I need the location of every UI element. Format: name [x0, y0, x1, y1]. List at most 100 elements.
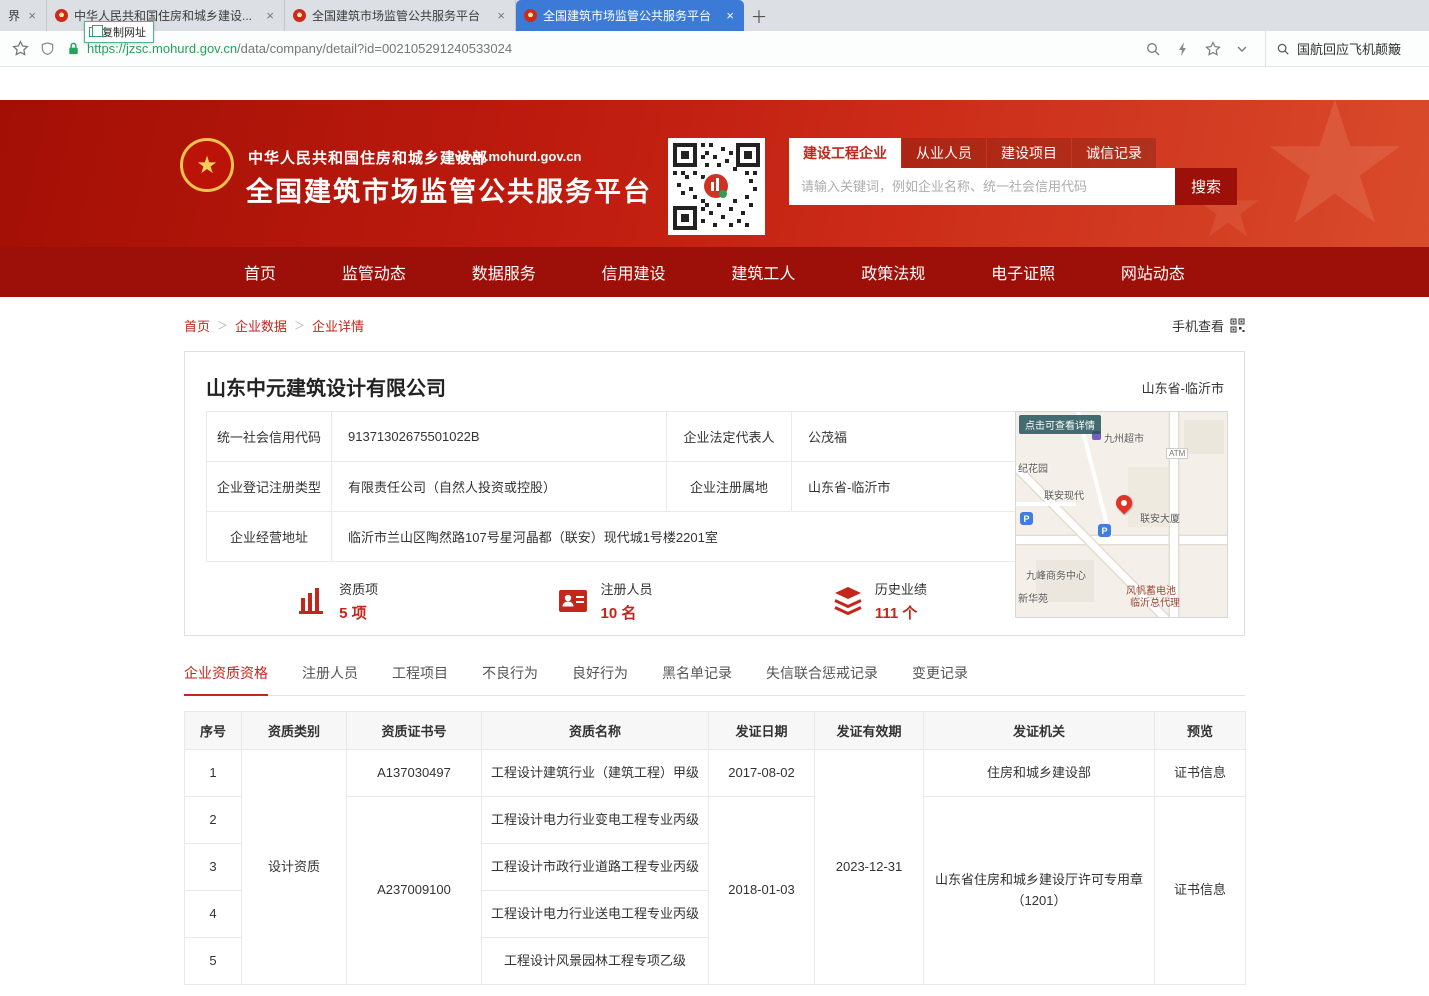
tab-qualifications[interactable]: 企业资质资格: [184, 663, 268, 696]
info-label: 企业登记注册类型: [207, 462, 332, 512]
keyword-search-input[interactable]: [789, 168, 1175, 205]
cell-issue-date: 2018-01-03: [709, 797, 815, 985]
nav-item-policy[interactable]: 政策法规: [861, 260, 925, 284]
map-label: 新华苑: [1018, 590, 1048, 605]
tab-change-records[interactable]: 变更记录: [912, 663, 968, 695]
certificate-info-link[interactable]: 证书信息: [1155, 797, 1246, 985]
ministry-name: 中华人民共和国住房和城乡建设部: [248, 147, 488, 168]
favorite-star-icon[interactable]: [1205, 41, 1221, 57]
tab-blacklist[interactable]: 黑名单记录: [662, 663, 732, 695]
copy-url-tooltip: 复制网址: [84, 21, 154, 43]
hot-search-text: 国航回应飞机颠簸: [1297, 39, 1401, 58]
tab-good-behavior[interactable]: 良好行为: [572, 663, 628, 695]
nav-item-supervision[interactable]: 监管动态: [342, 260, 406, 284]
chevron-down-icon[interactable]: [1236, 43, 1248, 55]
header-qr-code: [668, 138, 765, 235]
tab-bad-behavior[interactable]: 不良行为: [482, 663, 538, 695]
info-label: 企业法定代表人: [667, 412, 792, 462]
tab-strip: 界 × 中华人民共和国住房和城乡建设... × 全国建筑市场监管公共服务平台 ×…: [0, 0, 1429, 31]
mobile-view-button[interactable]: 手机查看: [1172, 316, 1245, 335]
nav-item-workers[interactable]: 建筑工人: [731, 260, 795, 284]
search-tab-credit[interactable]: 诚信记录: [1072, 138, 1156, 168]
qualification-icon: [295, 584, 329, 618]
close-icon[interactable]: ×: [26, 9, 38, 22]
column-header: 预览: [1155, 712, 1246, 750]
info-label: 企业经营地址: [207, 512, 332, 562]
map-label: 纪花园: [1018, 460, 1048, 475]
search-tab-personnel[interactable]: 从业人员: [902, 138, 986, 168]
qr-mini-icon: [1230, 318, 1245, 333]
stat-label: 历史业绩: [875, 579, 927, 598]
lock-icon: [66, 41, 81, 56]
url-box[interactable]: https://jzsc.mohurd.gov.cn/data/company/…: [66, 41, 1134, 56]
browser-tab-2[interactable]: 中华人民共和国住房和城乡建设... ×: [47, 0, 285, 31]
stat-historical-performance: 历史业绩 111 个: [831, 579, 927, 623]
map-thumbnail[interactable]: 点击可查看详情 九州超市 ATM 纪花园 联安现代 联安大厦 九峰商务中心 新华…: [1015, 411, 1228, 618]
certificate-info-link[interactable]: 证书信息: [1155, 750, 1246, 797]
copy-icon: [89, 27, 98, 37]
personnel-card-icon: [556, 584, 590, 618]
close-icon[interactable]: ×: [264, 9, 276, 22]
map-label: 九峰商务中心: [1026, 567, 1086, 582]
close-icon[interactable]: ×: [724, 9, 736, 22]
tab-title: 全国建筑市场监管公共服务平台: [312, 7, 489, 24]
column-header: 发证日期: [709, 712, 815, 750]
column-header: 资质名称: [482, 712, 709, 750]
zoom-icon[interactable]: [1145, 41, 1161, 57]
info-value: 山东省-临沂市: [792, 462, 1017, 512]
map-label: 联安大厦: [1140, 510, 1180, 525]
column-header: 资质类别: [242, 712, 347, 750]
new-tab-button[interactable]: ＋: [744, 0, 774, 31]
cell-qual-name: 工程设计电力行业变电工程专业丙级: [482, 797, 709, 844]
url-path: /data/company/detail?id=0021052912405330…: [237, 41, 512, 56]
tab-dishonesty-records[interactable]: 失信联合惩戒记录: [766, 663, 878, 695]
info-value: 公茂福: [792, 412, 1017, 462]
browser-tab-3[interactable]: 全国建筑市场监管公共服务平台 ×: [285, 0, 516, 31]
cell-cert-no: A137030497: [347, 750, 482, 797]
breadcrumb-home[interactable]: 首页: [184, 316, 210, 335]
search-tab-project[interactable]: 建设项目: [987, 138, 1071, 168]
parking-icon: P: [1098, 524, 1111, 537]
url-host: https://jzsc.mohurd.gov.cn: [87, 41, 237, 56]
column-header: 发证机关: [924, 712, 1155, 750]
address-bar-actions: [1145, 41, 1254, 57]
cell-qual-name: 工程设计电力行业送电工程专业丙级: [482, 891, 709, 938]
nav-item-site-news[interactable]: 网站动态: [1121, 260, 1185, 284]
nav-item-home[interactable]: 首页: [244, 260, 276, 284]
breadcrumb-enterprise-data[interactable]: 企业数据: [235, 316, 287, 335]
tab-registered-personnel[interactable]: 注册人员: [302, 663, 358, 695]
close-icon[interactable]: ×: [495, 9, 507, 22]
cell-qual-name: 工程设计建筑行业（建筑工程）甲级: [482, 750, 709, 797]
search-tab-enterprise[interactable]: 建设工程企业: [789, 138, 901, 168]
browser-hot-search-box[interactable]: 国航回应飞机颠簸: [1265, 31, 1417, 66]
stat-registered-personnel: 注册人员 10 名: [556, 579, 652, 623]
browser-tab-1[interactable]: 界 ×: [0, 0, 47, 31]
cell-qual-name: 工程设计市政行业道路工程专业丙级: [482, 844, 709, 891]
breadcrumb-current: 企业详情: [312, 316, 364, 335]
tab-projects[interactable]: 工程项目: [392, 663, 448, 695]
tab-favicon-icon: [524, 9, 537, 22]
search-button[interactable]: 搜索: [1175, 168, 1237, 205]
info-value: 有限责任公司（自然人投资或控股）: [332, 462, 667, 512]
nav-item-data-service[interactable]: 数据服务: [472, 260, 536, 284]
column-header: 资质证书号: [347, 712, 482, 750]
nav-item-credit[interactable]: 信用建设: [602, 260, 666, 284]
shield-icon[interactable]: [40, 41, 55, 57]
nav-item-e-license[interactable]: 电子证照: [991, 260, 1055, 284]
lightning-icon[interactable]: [1176, 41, 1190, 57]
company-card: 山东中元建筑设计有限公司 山东省-临沂市 统一社会信用代码 9137130267…: [184, 351, 1245, 636]
decor-star-icon: ★: [1259, 100, 1411, 247]
layers-icon: [831, 584, 865, 618]
platform-title: 全国建筑市场监管公共服务平台: [246, 170, 652, 209]
map-label: ATM: [1166, 448, 1188, 459]
cell-qual-name: 工程设计风景园林工程专项乙级: [482, 938, 709, 985]
bookmark-star-icon[interactable]: [12, 40, 29, 57]
stat-value: 111 个: [875, 602, 927, 623]
stat-qualifications: 资质项 5 项: [295, 579, 378, 623]
table-header-row: 序号 资质类别 资质证书号 资质名称 发证日期 发证有效期 发证机关 预览: [185, 712, 1246, 750]
breadcrumb: 首页 企业数据 企业详情 手机查看: [184, 314, 1245, 336]
cell-authority: 山东省住房和城乡建设厅许可专用章（1201）: [924, 797, 1155, 985]
info-value: 临沂市兰山区陶然路107号星河晶都（联安）现代城1号楼2201室: [332, 512, 1017, 562]
browser-tab-active[interactable]: 全国建筑市场监管公共服务平台 ×: [516, 0, 744, 31]
cell-valid-until: 2023-12-31: [815, 750, 924, 985]
